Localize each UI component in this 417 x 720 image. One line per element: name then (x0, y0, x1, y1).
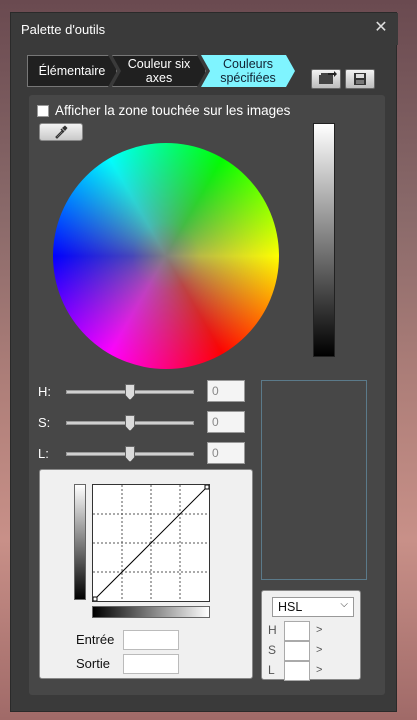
l-slider[interactable] (66, 446, 194, 462)
mode-row-label: S (268, 643, 277, 657)
color-wheel[interactable] (53, 143, 279, 369)
input-value-field[interactable] (123, 630, 179, 650)
lightness-bar[interactable] (313, 123, 335, 357)
titlebar[interactable]: Palette d'outils ✕ (11, 13, 398, 45)
mode-row-label: H (268, 623, 277, 637)
eyedropper-button[interactable] (39, 123, 83, 141)
color-mode-panel: HSL ⌵ H > S > L > (261, 590, 361, 681)
s-slider[interactable] (66, 415, 194, 431)
slider-row-l: L: 0 (29, 442, 249, 466)
slider-thumb[interactable] (125, 384, 135, 400)
specified-colors-panel: Afficher la zone touchée sur les images … (29, 95, 385, 695)
curve-svg (92, 484, 210, 602)
mode-row-l: L > (266, 661, 358, 681)
close-icon[interactable]: ✕ (370, 17, 392, 39)
load-icon (319, 71, 337, 84)
output-gradient-bar (74, 484, 86, 600)
tab-couleur-six-axes[interactable]: Couleur six axes (112, 55, 206, 87)
slider-thumb[interactable] (125, 446, 135, 462)
tone-curve-graph[interactable] (92, 484, 210, 602)
tab-bar: Élémentaire Couleur six axes Couleurs sp… (27, 55, 295, 87)
slider-row-s: S: 0 (29, 411, 249, 435)
tab-label: Couleurs spécifiées (220, 57, 276, 85)
window-title: Palette d'outils (21, 21, 106, 37)
show-touched-zone-row: Afficher la zone touchée sur les images (37, 103, 290, 118)
slider-label: L: (38, 446, 49, 461)
color-mode-select[interactable]: HSL ⌵ (272, 597, 354, 617)
slider-label: S: (38, 415, 51, 430)
s-value-input[interactable]: 0 (207, 411, 245, 433)
mode-row-h: H > (266, 621, 358, 641)
mode-row-value[interactable] (284, 621, 310, 641)
slider-thumb[interactable] (125, 415, 135, 431)
color-mode-value: HSL (278, 600, 303, 614)
tab-elementaire[interactable]: Élémentaire (27, 55, 117, 87)
color-preview (261, 380, 367, 580)
save-button[interactable] (345, 69, 375, 89)
input-gradient-bar (92, 606, 210, 618)
curve-point-start (92, 596, 98, 602)
show-touched-zone-label: Afficher la zone touchée sur les images (55, 103, 291, 118)
tool-palette-window: Palette d'outils ✕ Élémentaire Couleur s… (10, 12, 398, 712)
mode-row-arrow[interactable]: > (316, 624, 322, 636)
mode-row-value[interactable] (284, 641, 310, 661)
eyedropper-icon (55, 125, 68, 139)
l-value-input[interactable]: 0 (207, 442, 245, 464)
slider-label: H: (38, 384, 51, 399)
tab-label: Couleur six axes (127, 57, 191, 85)
mode-row-value[interactable] (284, 661, 310, 681)
show-touched-zone-checkbox[interactable] (37, 104, 49, 117)
mode-row-s: S > (266, 641, 358, 661)
output-value-field[interactable] (123, 654, 179, 674)
chevron-down-icon: ⌵ (340, 599, 348, 610)
load-button[interactable] (311, 69, 341, 89)
mode-row-arrow[interactable]: > (316, 664, 322, 676)
tab-label: Élémentaire (38, 64, 106, 78)
h-slider[interactable] (66, 384, 194, 400)
save-icon (354, 73, 366, 85)
tab-couleurs-specifiees[interactable]: Couleurs spécifiées (201, 55, 295, 87)
mode-row-arrow[interactable]: > (316, 644, 322, 656)
curve-point-end (204, 484, 210, 490)
output-label: Sortie (76, 656, 110, 671)
mode-row-label: L (268, 663, 275, 677)
slider-row-h: H: 0 (29, 380, 249, 404)
h-value-input[interactable]: 0 (207, 380, 245, 402)
tone-curve-panel: Entrée Sortie (39, 469, 253, 679)
input-label: Entrée (76, 632, 115, 647)
